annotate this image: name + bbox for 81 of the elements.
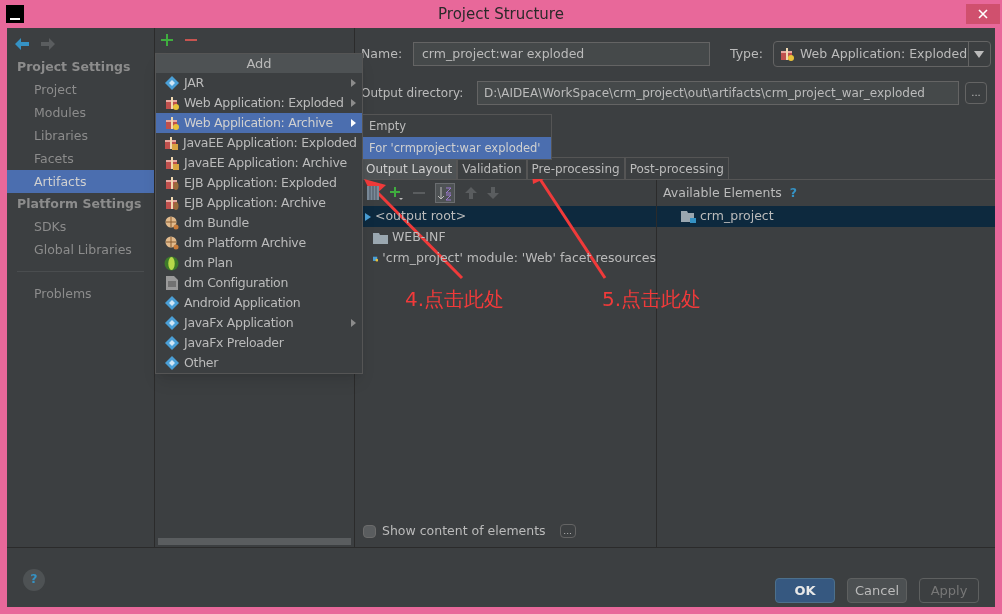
menu-item[interactable]: EJB Application: Exploded bbox=[156, 173, 362, 193]
menu-item[interactable]: JavaEE Application: Archive bbox=[156, 153, 362, 173]
close-button[interactable] bbox=[966, 4, 1000, 24]
move-down-icon[interactable] bbox=[487, 187, 499, 199]
sidebar-section-title: Project Settings bbox=[16, 58, 132, 76]
sidebar-item[interactable]: Libraries bbox=[7, 124, 154, 147]
menu-item[interactable]: JavaFx Preloader bbox=[156, 333, 362, 353]
menu-item[interactable]: dm Configuration bbox=[156, 273, 362, 293]
menu-item[interactable]: JavaFx Application bbox=[156, 313, 362, 333]
sidebar-item[interactable]: Modules bbox=[7, 101, 154, 124]
dropdown-arrow-icon[interactable] bbox=[974, 50, 985, 58]
menu-item[interactable]: dm Bundle bbox=[156, 213, 362, 233]
menu-item[interactable]: JAR bbox=[156, 73, 362, 93]
type-dropdown[interactable]: Web Application: Exploded bbox=[772, 41, 991, 67]
menu-item[interactable]: Android Application bbox=[156, 293, 362, 313]
gift-icon bbox=[164, 156, 179, 170]
more-button[interactable]: ... bbox=[559, 524, 576, 538]
diamond-icon bbox=[164, 76, 179, 90]
field-label: Output directory: bbox=[361, 85, 465, 102]
field-label: Type: bbox=[730, 44, 763, 63]
tab[interactable]: Pre-processing bbox=[526, 157, 625, 179]
checkbox-label: Show content of elements bbox=[382, 521, 546, 540]
type-value: Web Application: Exploded bbox=[799, 44, 968, 63]
gift-icon bbox=[164, 116, 179, 130]
gift-icon bbox=[164, 196, 179, 210]
name-field[interactable]: crm_project:war exploded bbox=[413, 42, 710, 66]
gift-icon bbox=[164, 176, 179, 190]
sort-icon[interactable] bbox=[435, 183, 455, 203]
sidebar-item[interactable]: Project bbox=[7, 78, 154, 101]
back-arrow-icon[interactable] bbox=[15, 38, 29, 50]
menu-item[interactable]: Empty bbox=[363, 115, 551, 137]
output-directory-field[interactable]: D:\AIDEA\WorkSpace\crm_project\out\artifacts\crm_project_war_exploded bbox=[477, 81, 959, 105]
forward-arrow-icon[interactable] bbox=[41, 38, 55, 50]
gift-icon bbox=[164, 96, 179, 110]
folder-icon bbox=[373, 231, 388, 244]
annotation-text: 4.点击此处 bbox=[405, 286, 505, 313]
menu-item[interactable]: dm Plan bbox=[156, 253, 362, 273]
menu-item[interactable]: For 'crmproject:war exploded' bbox=[363, 137, 551, 159]
menu-item[interactable]: EJB Application: Archive bbox=[156, 193, 362, 213]
sidebar-section-title: Platform Settings bbox=[16, 195, 143, 213]
ball-icon bbox=[164, 216, 179, 230]
gift-icon bbox=[164, 136, 178, 150]
add-icon[interactable] bbox=[161, 34, 173, 46]
field-label: Name: bbox=[361, 44, 404, 63]
move-up-icon[interactable] bbox=[465, 187, 477, 199]
ball-icon bbox=[164, 236, 179, 250]
help-icon[interactable]: ? bbox=[789, 183, 798, 203]
tree-row[interactable]: crm_project bbox=[657, 206, 995, 227]
diamond-icon bbox=[164, 356, 179, 370]
annotation-text: 5.点击此处 bbox=[602, 286, 702, 313]
panel-title: Available Elements bbox=[663, 183, 782, 202]
checkbox[interactable] bbox=[363, 524, 376, 538]
sidebar-item[interactable]: Artifacts bbox=[7, 170, 154, 193]
gift-icon bbox=[779, 47, 794, 61]
browse-button[interactable]: ... bbox=[965, 82, 987, 104]
tab[interactable]: Post-processing bbox=[624, 157, 729, 179]
diamond-icon bbox=[164, 316, 179, 330]
expand-icon[interactable] bbox=[365, 212, 371, 221]
dialog-button[interactable]: OK bbox=[775, 578, 835, 603]
sidebar-item[interactable]: Problems bbox=[7, 282, 154, 305]
sidebar-item[interactable]: Facets bbox=[7, 147, 154, 170]
menu-item[interactable]: Other bbox=[156, 353, 362, 373]
archive-icon[interactable] bbox=[367, 186, 379, 200]
dialog-button[interactable]: Cancel bbox=[847, 578, 907, 603]
menu-item[interactable]: Web Application: Exploded bbox=[156, 93, 362, 113]
close-icon bbox=[978, 9, 988, 19]
document-icon bbox=[165, 276, 178, 290]
diamond-icon bbox=[164, 296, 179, 310]
add-icon[interactable] bbox=[389, 186, 403, 200]
sidebar-item[interactable]: SDKs bbox=[7, 215, 154, 238]
window-title: Project Structure bbox=[438, 3, 564, 25]
menu-item[interactable]: JavaEE Application: Exploded bbox=[156, 133, 362, 153]
menu-item[interactable]: dm Platform Archive bbox=[156, 233, 362, 253]
horizontal-scrollbar[interactable] bbox=[158, 538, 351, 545]
menu-item[interactable]: Web Application: Archive bbox=[156, 113, 362, 133]
sidebar-item[interactable]: Global Libraries bbox=[7, 238, 154, 261]
menu-title: Add bbox=[156, 54, 362, 73]
app-logo-icon bbox=[6, 5, 24, 23]
diamond-icon bbox=[164, 336, 179, 350]
globe-icon bbox=[164, 255, 179, 271]
folder-icon bbox=[681, 210, 696, 223]
